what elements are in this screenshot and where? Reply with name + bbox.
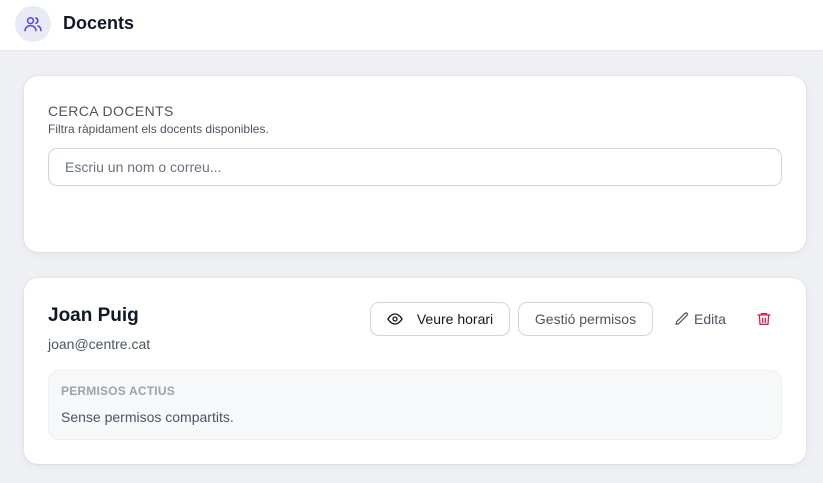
teacher-name: Joan Puig [48, 305, 139, 326]
search-subtitle: Filtra ràpidament els docents disponible… [48, 122, 269, 136]
search-card: CERCA DOCENTS Filtra ràpidament els doce… [24, 76, 806, 252]
teacher-card: Joan Puig joan@centre.cat Veure horari G… [24, 278, 806, 464]
edit-label: Edita [694, 311, 726, 327]
edit-button[interactable]: Edita [674, 302, 726, 336]
search-input[interactable] [48, 148, 782, 186]
trash-icon [757, 313, 771, 325]
permissions-label: PERMISOS ACTIUS [61, 384, 175, 398]
search-heading: CERCA DOCENTS [48, 103, 174, 119]
delete-button[interactable] [754, 309, 774, 329]
view-schedule-label: Veure horari [416, 311, 494, 327]
pencil-icon [675, 312, 688, 325]
users-icon [15, 6, 51, 42]
permissions-panel: PERMISOS ACTIUS Sense permisos compartit… [48, 370, 782, 440]
eye-icon [387, 313, 403, 325]
teacher-email: joan@centre.cat [48, 336, 151, 352]
page-title: Docents [63, 13, 135, 33]
manage-permissions-button[interactable]: Gestió permisos [518, 302, 653, 336]
manage-permissions-label: Gestió permisos [534, 311, 637, 327]
permissions-value: Sense permisos compartits. [61, 409, 234, 425]
view-schedule-button[interactable]: Veure horari [370, 302, 510, 336]
top-bar: Docents [0, 0, 823, 51]
